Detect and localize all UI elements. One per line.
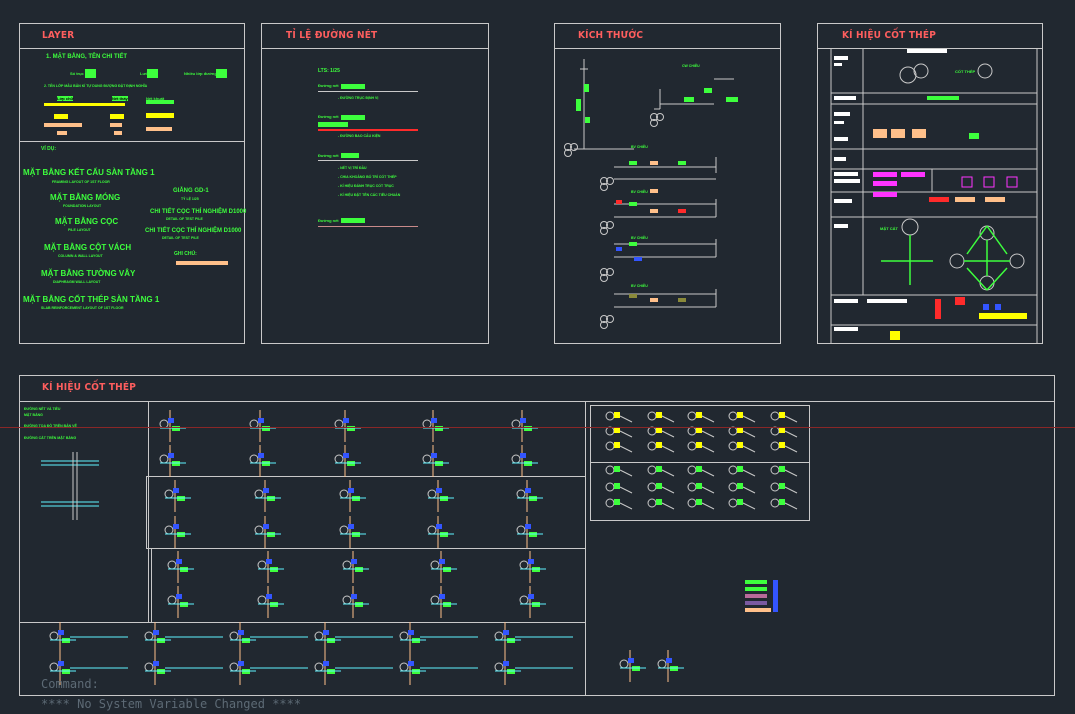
lineweight-swatch-3: [341, 153, 359, 158]
lineweight-swatch-2: [341, 115, 365, 120]
layer-orange-bar-3: [146, 127, 172, 131]
dimensions-label-1: CW CHIỀU: [682, 64, 700, 68]
layer-title-divider: [19, 48, 245, 49]
layer-sub-label-2: Nét thấy: [112, 96, 128, 101]
plan-sub-3: PILE LAYOUT: [68, 228, 91, 232]
lineweight-line-4: [318, 226, 418, 227]
rebar-label-2: MẶT CẮT: [880, 226, 898, 231]
layer-swatch-3: [216, 69, 227, 78]
detail-sub-2: DETAIL OF TEST PILE: [166, 217, 203, 221]
detail-sub-3: DETAIL OF TEST PILE: [162, 236, 199, 240]
layer-green-bar: [146, 100, 174, 104]
lineweight-panel-title: TỈ LỆ ĐƯỜNG NÉT: [286, 30, 378, 41]
dimensions-panel-title: KÍCH THƯỚC: [578, 30, 644, 41]
layer-line-note: 2. TẾN LỚP MẪU BẢN KÍ TỰ DUNG ĐƯỢNG ĐẬT …: [44, 84, 148, 88]
rebar-panel-title: KÍ HIỆU CỐT THÉP: [842, 30, 937, 41]
lineweight-line-3: [318, 160, 418, 161]
detail-title-2: CHI TIẾT CỌC THÍ NGHIỆM D1000: [150, 209, 247, 215]
detail-title-3: CHI TIẾT CỌC THÍ NGHIỆM D1000: [145, 228, 242, 234]
bottom-col-divider-3: [151, 548, 152, 622]
command-history: **** No System Variable Changed ****: [41, 697, 302, 711]
plan-sub-6: SLAB REINFORCEMENT LAYOUT OF 1ST FLOOR: [41, 306, 124, 310]
plan-title-4: MẶT BẰNG CỘT VÁCH: [44, 243, 132, 252]
plan-title-5: MẶT BẰNG TƯỜNG VÂY: [41, 269, 136, 278]
legend-swatch-5: [745, 608, 771, 612]
plan-title-6: MẶT BẰNG CỐT THÉP SÀN TẦNG 1: [23, 295, 160, 304]
layer-heading: 1. MẶT BẰNG, TÊN CHI TIẾT: [46, 54, 127, 60]
layer-section-divider: [19, 141, 245, 142]
dimensions-drawing: [564, 59, 738, 329]
layer-yellow-bar-2: [110, 114, 124, 119]
layer-orange-bar-5: [114, 131, 122, 135]
plan-title-1: MẶT BẰNG KẾT CẤU SÀN TẦNG 1: [23, 168, 155, 177]
lineweight-list-1: - NÉT VỊ TRÍ ĐẦU: [338, 166, 367, 170]
layer-orange-bar-1: [44, 123, 82, 127]
layer-yellow-bar-1: [54, 114, 68, 119]
lineweight-item-label-4: Đường nét: [318, 218, 339, 223]
detail-sub-1: TỶ LỆ 1/25: [181, 197, 199, 201]
panel-rebar-bottom[interactable]: [19, 375, 1055, 696]
bottom-row-divider-4: [19, 622, 585, 623]
plan-sub-2: FOUNDATION LAYOUT: [63, 204, 102, 208]
rebar-symbols-table: [830, 49, 1038, 343]
lineweight-line-2: [318, 129, 418, 131]
plan-sub-5: DIAPHRAGM WALL LAYOUT: [53, 280, 101, 284]
layer-orange-bar-4: [57, 131, 67, 135]
lineweight-title-divider: [261, 48, 489, 49]
plan-title-3: MẶT BẰNG CỌC: [55, 217, 119, 226]
lineweight-line-1: [318, 91, 418, 92]
bottom-col-divider-1: [148, 401, 149, 622]
bottom-row-divider-2: [146, 548, 585, 549]
rebar-label-1: CỐT THÉP: [955, 69, 976, 74]
bottom-panel-title: KÍ HIỆU CỐT THÉP: [42, 382, 137, 393]
layer-swatch-label-3: Nhiều lớp đường: [184, 71, 217, 76]
bottom-symbol-divider: [590, 462, 810, 463]
layer-swatch-1: [85, 69, 96, 78]
legend-swatch-1: [745, 580, 767, 584]
legend-swatch-4: [745, 601, 767, 605]
plan-title-2: MẶT BẰNG MÓNG: [50, 193, 121, 202]
lineweight-item-desc-2: - ĐƯỜNG BAO CẤU KIỆN: [338, 134, 381, 138]
layer-panel-title: LAYER: [42, 30, 75, 41]
bottom-col-divider-2: [585, 401, 586, 696]
bottom-left-sketch: [41, 452, 99, 520]
lineweight-item-label-1: Đường nét: [318, 83, 339, 88]
legend-swatch-3: [745, 594, 767, 598]
dimensions-label-3: BV CHIỀU: [631, 190, 648, 194]
layer-example-label: VÍ DỤ:: [41, 146, 56, 152]
command-prompt[interactable]: Command:: [41, 677, 99, 691]
layer-yellow-bar-3: [146, 113, 174, 118]
dimensions-label-5: BV CHIỀU: [631, 284, 648, 288]
layer-sub-label-1: Lớp chữ: [57, 96, 74, 101]
layer-note-bar: [176, 261, 228, 265]
layer-swatch-2: [147, 69, 158, 78]
layer-swatch-label-1: Số trục: [70, 71, 84, 76]
plan-sub-4: COLUMN & WALL LAYOUT: [58, 254, 103, 258]
bottom-symbol-table[interactable]: [590, 405, 810, 521]
layer-note: GHI CHÚ:: [174, 251, 197, 257]
layer-orange-bar-2: [110, 123, 122, 127]
plan-sub-1: FRAMING LAYOUT OF 1ST FLOOR: [52, 180, 110, 184]
detail-title-1: GIẰNG GD-1: [173, 188, 209, 194]
lineweight-swatch-2b: [318, 122, 348, 127]
legend-swatch-6: [773, 580, 778, 612]
bottom-title-divider: [19, 401, 1055, 402]
lineweight-item-desc-1: - ĐƯỜNG TRỤC ĐỊNH VỊ: [338, 96, 379, 100]
legend-swatch-2: [745, 587, 767, 591]
dimensions-label-2: BV CHIỀU: [631, 145, 648, 149]
bottom-row-divider-1: [146, 476, 585, 477]
lineweight-list-4: - KÍ HIỆU ĐẶT TÊN CÁC TIÊU CHUẨN: [338, 193, 401, 197]
lineweight-item-label-2: Đường nét: [318, 114, 339, 119]
lineweight-swatch-4: [341, 218, 365, 223]
dimensions-label-4: BV CHIỀU: [631, 236, 648, 240]
lineweight-swatch-1: [341, 84, 365, 89]
crosshair-line: [0, 427, 1075, 428]
lineweight-list-3: - KÍ HIỆU ĐÁNH TRỤC CỐT TRỤC: [338, 184, 394, 188]
lineweight-ltscale: LTS: 1/25: [318, 68, 340, 74]
lineweight-item-label-3: Đường nét: [318, 153, 339, 158]
lineweight-list-2: - CHIA KHOẢNG BỐ TRÍ CỐT THÉP: [338, 175, 397, 179]
layer-yellow-line: [44, 103, 125, 106]
